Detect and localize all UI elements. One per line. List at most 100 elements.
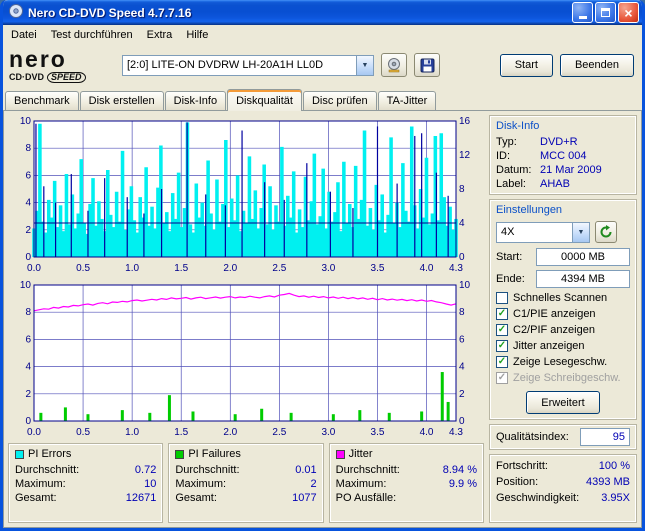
svg-text:2.5: 2.5	[272, 427, 286, 438]
minimize-icon	[578, 16, 587, 19]
svg-text:2.5: 2.5	[272, 263, 286, 274]
geschwindigkeit-row: Geschwindigkeit: 3.95X	[496, 490, 630, 506]
app-window: Nero CD-DVD Speed 4.7.7.16 × Datei Test …	[0, 0, 645, 531]
nero-logo: nero CD·DVD SPEED	[9, 45, 115, 83]
speed-select[interactable]: 4X ▼	[496, 221, 590, 243]
title-bar[interactable]: Nero CD-DVD Speed 4.7.7.16 ×	[3, 0, 642, 25]
svg-text:0.5: 0.5	[76, 427, 90, 438]
toolbar: nero CD·DVD SPEED [2:0] LITE-ON DVDRW LH…	[3, 44, 642, 88]
tab-disc-pruefen[interactable]: Disc prüfen	[302, 91, 377, 110]
quality-index-label: Qualitätsindex:	[496, 431, 569, 443]
svg-text:3.5: 3.5	[371, 427, 385, 438]
save-button[interactable]	[414, 53, 440, 77]
pif-jitter-plot: 0 2 4 6 8 10 0 2 4 6 8 10 0.0 0.5 1.0 1.5 2.0 2.5 3.0 3.5 4.…	[20, 280, 471, 438]
save-icon	[420, 58, 434, 72]
stat-value: 12671	[125, 492, 157, 504]
svg-text:4.3: 4.3	[449, 263, 463, 274]
svg-text:0.0: 0.0	[27, 263, 41, 274]
pi-failures-swatch	[175, 449, 185, 459]
stat-label: Gesamt:	[175, 492, 217, 504]
nero-logo-brand: nero	[9, 45, 67, 72]
svg-text:2: 2	[25, 389, 31, 400]
stat-label: Maximum:	[335, 478, 387, 490]
menu-item-extra[interactable]: Extra	[140, 27, 180, 43]
svg-text:8: 8	[25, 143, 31, 154]
disk-info-header: Disk-Info	[496, 120, 540, 132]
eject-disc-button[interactable]	[381, 53, 407, 77]
tab-diskqualitaet[interactable]: Diskqualität	[227, 89, 302, 111]
tab-benchmark[interactable]: Benchmark	[5, 91, 79, 110]
position-row: Position: 4393 MB	[496, 474, 630, 490]
disk-id-value: MCC 004	[540, 150, 587, 162]
svg-text:0: 0	[459, 252, 465, 263]
svg-text:16: 16	[459, 116, 471, 127]
svg-text:6: 6	[25, 170, 31, 181]
tab-disk-erstellen[interactable]: Disk erstellen	[79, 91, 164, 110]
menu-item-datei[interactable]: Datei	[4, 27, 44, 43]
svg-text:2: 2	[459, 389, 465, 400]
checkbox-icon: ✓	[496, 292, 508, 304]
refresh-icon	[600, 225, 612, 238]
chevron-down-icon[interactable]: ▼	[572, 222, 589, 242]
window-title: Nero CD-DVD Speed 4.7.7.16	[28, 5, 192, 20]
svg-text:3.5: 3.5	[371, 263, 385, 274]
start-mb-field[interactable]: 0000 MB	[536, 248, 630, 266]
stat-value: 0.72	[134, 464, 157, 476]
svg-text:12: 12	[459, 150, 471, 161]
refresh-disc-button[interactable]	[595, 221, 617, 243]
stat-label: Gesamt:	[15, 492, 57, 504]
stat-label: Maximum:	[175, 478, 227, 490]
svg-text:1.0: 1.0	[125, 427, 139, 438]
svg-text:3.0: 3.0	[321, 427, 335, 438]
tab-ta-jitter[interactable]: TA-Jitter	[377, 91, 437, 110]
close-button[interactable]: ×	[618, 2, 639, 23]
svg-text:1.5: 1.5	[174, 427, 188, 438]
pi-errors-chart: 0 2 4 6 8 10 0 4 8 12 16 0.0 0.5 1.0 1.5 2.0 2.5 3.0 3.5 4.…	[8, 115, 484, 275]
svg-text:10: 10	[459, 280, 471, 291]
geschwindigkeit-value: 3.95X	[601, 492, 630, 504]
svg-text:2.0: 2.0	[223, 427, 237, 438]
stat-label: Durchschnitt:	[15, 464, 80, 476]
svg-text:4.0: 4.0	[420, 263, 434, 274]
svg-text:4: 4	[25, 198, 31, 209]
maximize-button[interactable]	[595, 2, 616, 23]
jitter-title: Jitter	[348, 448, 373, 460]
minimize-button[interactable]	[572, 2, 593, 23]
quit-button[interactable]: Beenden	[559, 53, 634, 77]
stat-label: Durchschnitt:	[175, 464, 240, 476]
erweitert-button[interactable]: Erweitert	[526, 391, 600, 414]
svg-text:4: 4	[459, 218, 465, 229]
sidebar: Disk-Info Typ: DVD+R ID: MCC 004 Datum: 21 …	[489, 115, 637, 523]
end-mb-field[interactable]: 4394 MB	[536, 270, 630, 288]
checkbox-icon: ✓	[496, 340, 508, 352]
menu-item-hilfe[interactable]: Hilfe	[179, 27, 215, 43]
nero-logo-speed: SPEED	[47, 71, 86, 83]
start-button[interactable]: Start	[499, 53, 553, 77]
position-value: 4393 MB	[585, 476, 630, 488]
svg-text:8: 8	[459, 184, 465, 195]
pif-jitter-chart: 0 2 4 6 8 10 0 2 4 6 8 10 0.0 0.5 1.0 1.5 2.0 2.5 3.0 3.5 4.…	[8, 279, 484, 439]
checkbox-zeige-lesegeschw[interactable]: ✓ Zeige Lesegeschw.	[496, 354, 630, 370]
svg-text:4.3: 4.3	[449, 427, 463, 438]
pi-errors-title: PI Errors	[28, 448, 72, 460]
menu-item-test-durchfuehren[interactable]: Test durchführen	[44, 27, 140, 43]
device-select[interactable]: [2:0] LITE-ON DVDRW LH-20A1H LL0D ▼	[122, 54, 374, 76]
svg-text:6: 6	[459, 334, 465, 345]
stat-value: 1077	[292, 492, 317, 504]
disk-info-panel: Disk-Info Typ: DVD+R ID: MCC 004 Datum: 21 …	[489, 115, 637, 195]
checkbox-schnelles-scannen[interactable]: ✓ Schnelles Scannen	[496, 290, 630, 306]
checkbox-icon: ✓	[496, 308, 508, 320]
checkbox-jitter-anzeigen[interactable]: ✓ Jitter anzeigen	[496, 338, 630, 354]
pi-errors-panel: PI Errors Durchschnitt: 0.72 Maximum: 10 G…	[8, 443, 164, 523]
fortschritt-row: Fortschritt: 100 %	[496, 458, 630, 474]
chevron-down-icon[interactable]: ▼	[356, 55, 373, 75]
start-mb-label: Start:	[496, 251, 523, 263]
checkbox-c1-pie-anzeigen[interactable]: ✓ C1/PIE anzeigen	[496, 306, 630, 322]
quality-index-panel: Qualitätsindex: 95	[489, 424, 637, 450]
tab-disk-info[interactable]: Disk-Info	[164, 91, 227, 110]
settings-panel: Einstellungen 4X ▼ Start: 0000 MB Ende: 43…	[489, 199, 637, 420]
svg-text:10: 10	[20, 280, 32, 291]
checkbox-c2-pif-anzeigen[interactable]: ✓ C2/PIF anzeigen	[496, 322, 630, 338]
stat-label: Durchschnitt:	[335, 464, 400, 476]
disk-type-value: DVD+R	[540, 136, 578, 148]
